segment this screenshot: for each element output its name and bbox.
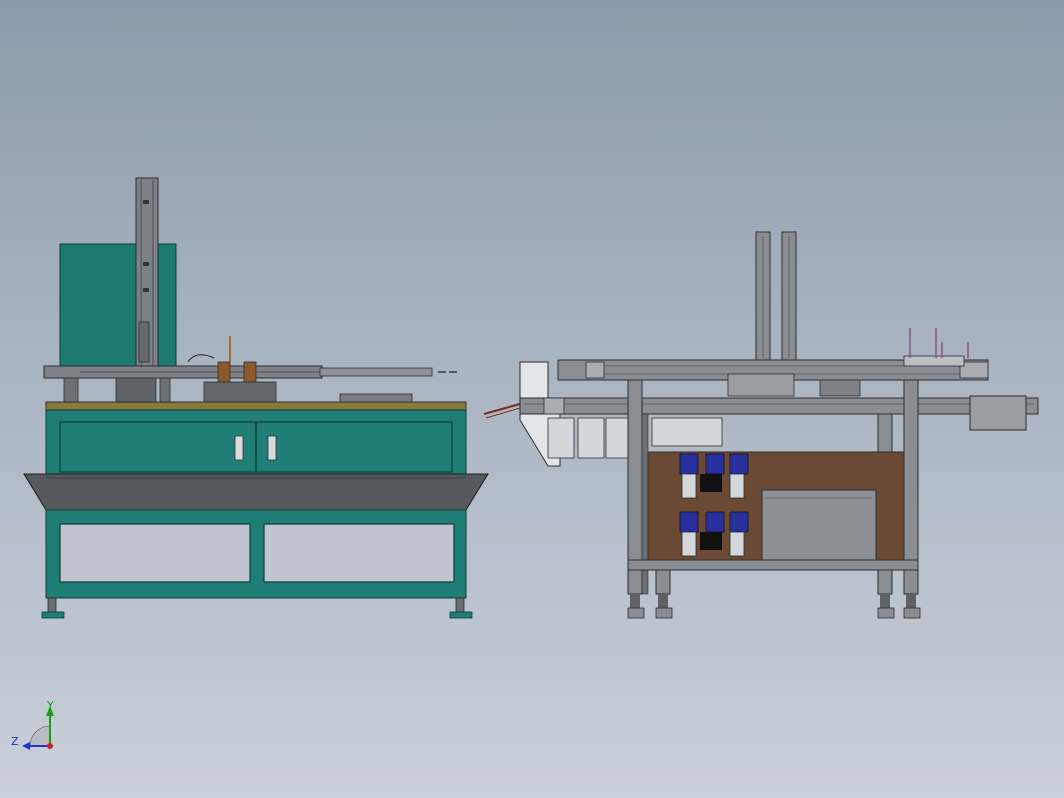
upper-cabinet [45, 409, 467, 475]
triad-origin [47, 743, 53, 749]
table-top [45, 401, 467, 411]
side-view-machine [483, 231, 1039, 619]
vertical-column [135, 177, 159, 375]
lower-rail [519, 397, 1039, 415]
servo-motors-row-1 [679, 453, 749, 499]
collecting-tray [23, 473, 489, 511]
door-handle-left [234, 435, 244, 461]
front-view-machine [23, 177, 489, 619]
end-bracket [969, 395, 1027, 431]
z-axis-label: Z [11, 735, 19, 748]
cad-viewport[interactable]: Y Z [0, 0, 1064, 798]
servo-motors-row-2 [679, 511, 749, 557]
teal-enclosure-panel [59, 243, 177, 373]
control-box [761, 489, 877, 561]
lower-frame [41, 509, 473, 619]
door-handle-right [267, 435, 277, 461]
orientation-triad[interactable]: Y Z [11, 699, 54, 750]
y-axis-label: Y [46, 699, 54, 712]
